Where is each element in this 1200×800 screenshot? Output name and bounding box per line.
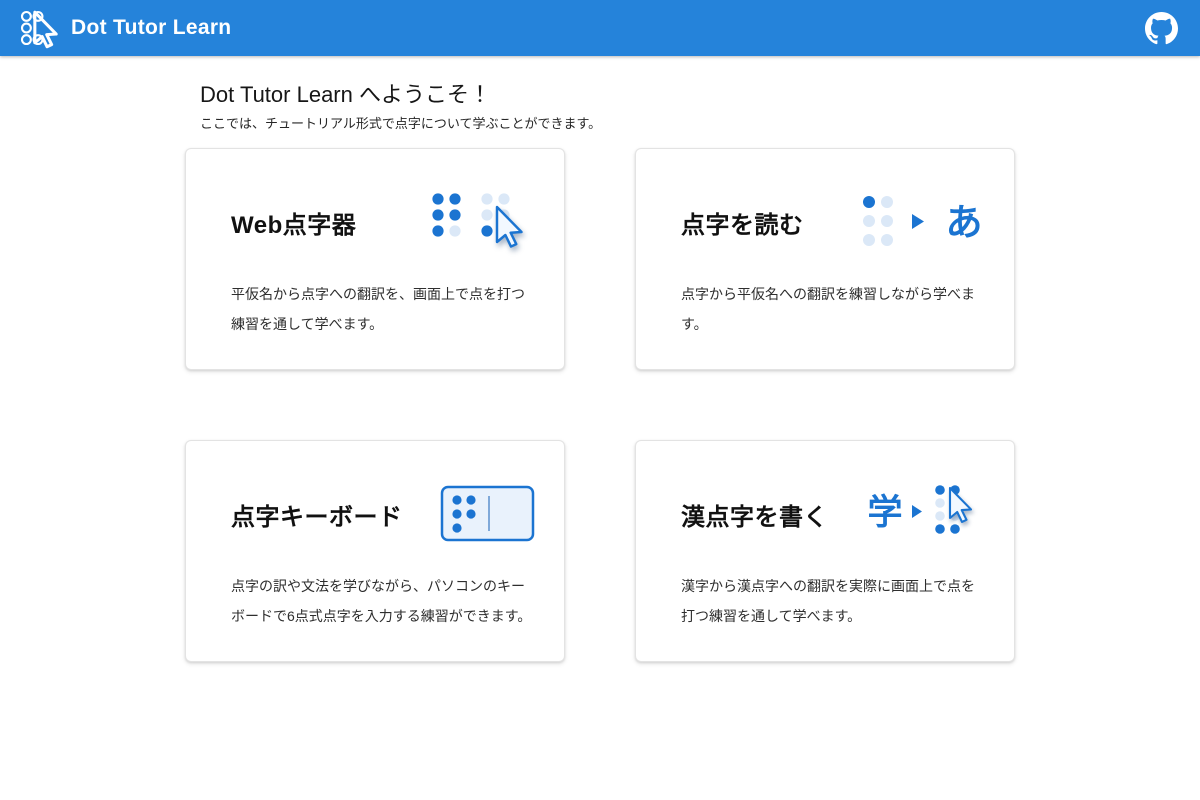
braille-cells-cursor-icon <box>424 184 536 260</box>
github-icon <box>1145 12 1178 45</box>
hiragana-a-glyph: あ <box>946 202 983 243</box>
card-title: 点字キーボード <box>231 497 403 532</box>
tutorial-card-grid: Web点字器 平仮名から <box>185 148 1015 662</box>
braille-to-hiragana-icon: あ <box>860 192 986 252</box>
app-logo-icon <box>18 7 58 49</box>
mouse-cursor-icon <box>497 207 522 247</box>
card-braille-keyboard[interactable]: 点字キーボード 点字の訳や文法を学びながら、パソコンのキーボードで6点式点字を入… <box>185 440 565 662</box>
card-description: 点字から平仮名への翻訳を練習しながら学べます。 <box>681 279 986 339</box>
kanji-to-braille-cursor-icon: 学 <box>868 476 986 552</box>
card-write-kanji-braille[interactable]: 漢点字を書く 学 漢字から漢点字への翻訳を実際に画面上で点を打つ練習を通して学べ… <box>635 440 1015 662</box>
github-link[interactable] <box>1145 12 1178 45</box>
card-title: 漢点字を書く <box>681 497 828 532</box>
kanji-gaku-glyph: 学 <box>868 493 903 532</box>
card-description: 漢字から漢点字への翻訳を実際に画面上で点を打つ練習を通して学べます。 <box>681 571 986 631</box>
page-title: Dot Tutor Learn へようこそ！ <box>200 80 1015 110</box>
card-title: Web点字器 <box>231 205 356 240</box>
app-header: Dot Tutor Learn <box>0 0 1200 56</box>
page-subtitle: ここでは、チュートリアル形式で点字について学ぶことができます。 <box>200 115 1015 133</box>
app-title: Dot Tutor Learn <box>71 16 231 40</box>
card-read-braille[interactable]: 点字を読む あ 点字から平仮名への翻訳を練習しながら学べます。 <box>635 148 1015 370</box>
main-content: Dot Tutor Learn へようこそ！ ここでは、チュートリアル形式で点字… <box>185 80 1015 662</box>
card-title: 点字を読む <box>681 205 804 240</box>
card-description: 平仮名から点字への翻訳を、画面上で点を打つ練習を通して学べます。 <box>231 279 536 339</box>
card-description: 点字の訳や文法を学びながら、パソコンのキーボードで6点式点字を入力する練習ができ… <box>231 571 536 631</box>
arrow-right-icon <box>912 505 922 518</box>
card-web-braille-writer[interactable]: Web点字器 平仮名から <box>185 148 565 370</box>
arrow-right-icon <box>912 214 924 229</box>
braille-keyboard-input-icon <box>440 484 536 544</box>
